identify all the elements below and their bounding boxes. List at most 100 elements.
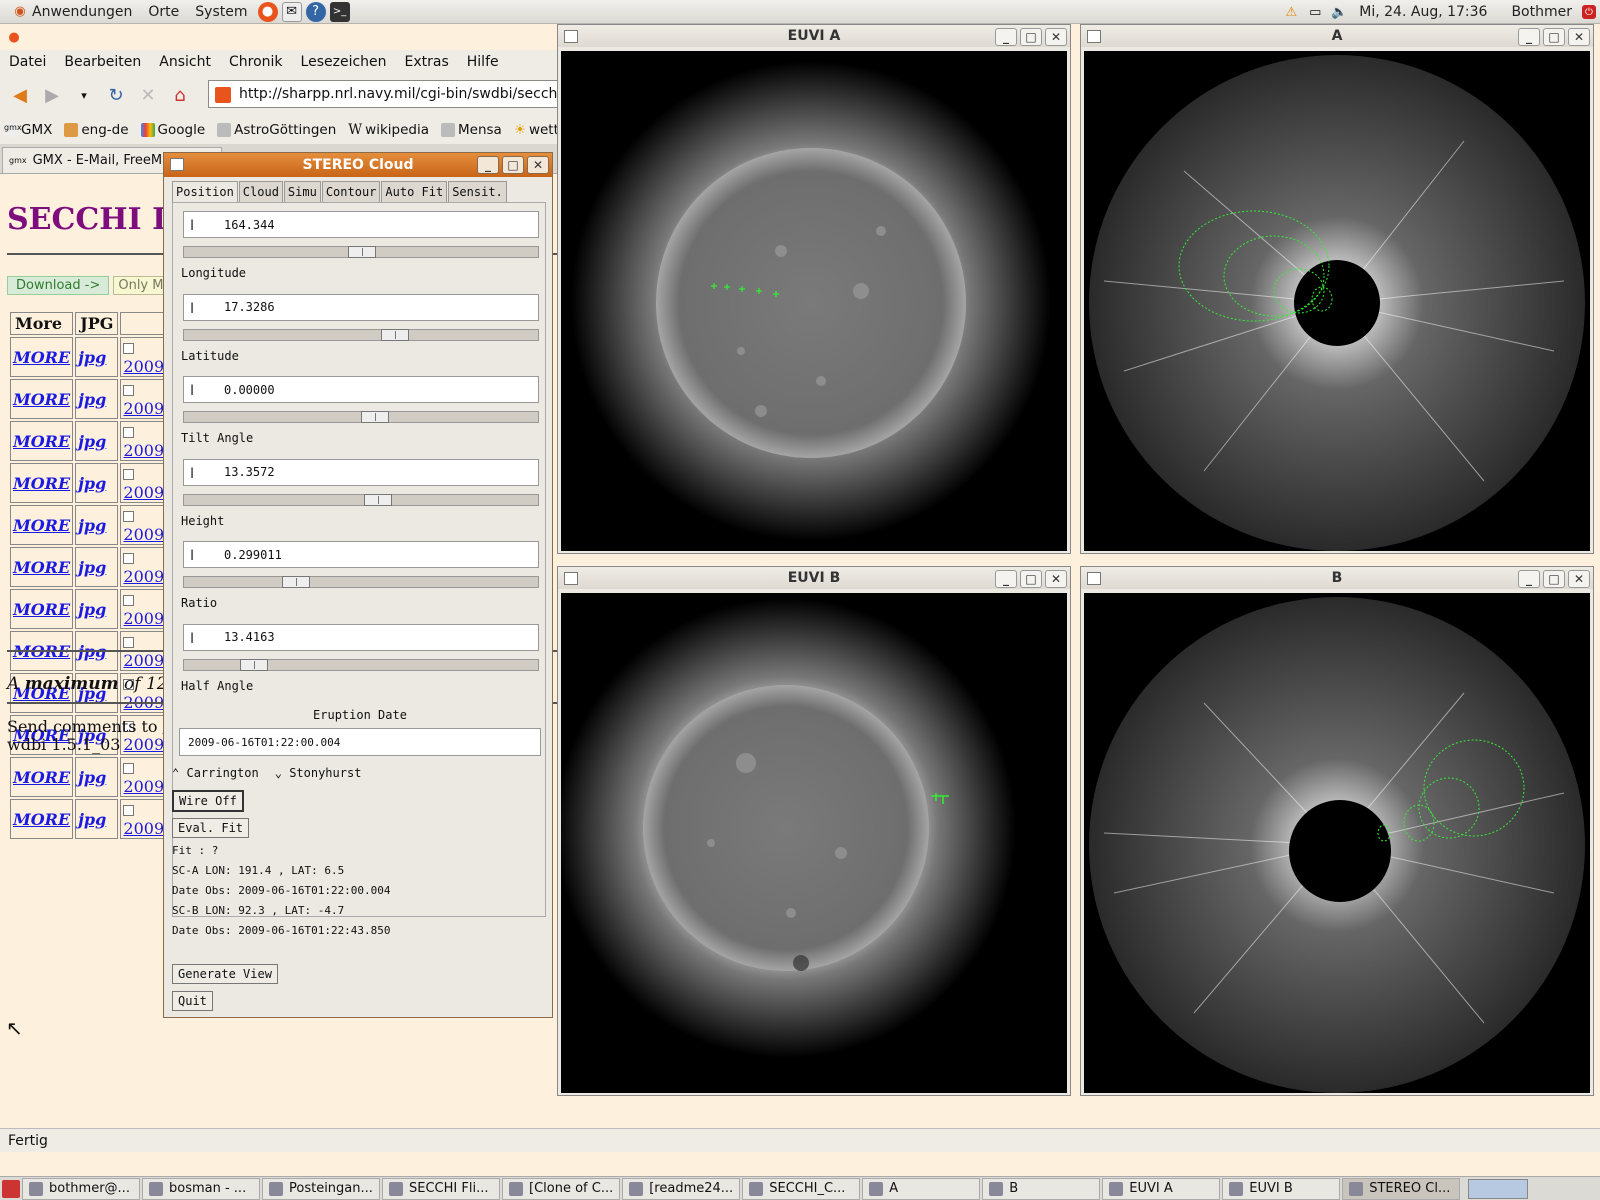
taskbar-item[interactable]: A — [862, 1177, 981, 1200]
maximize-icon[interactable]: □ — [502, 156, 524, 174]
more-link[interactable]: MORE — [13, 516, 70, 535]
longitude-field[interactable]: I 164.344 — [183, 211, 539, 238]
user-menu[interactable]: Bothmer — [1503, 0, 1580, 24]
euvi-b-titlebar[interactable]: EUVI B _ □ ✕ — [558, 567, 1070, 589]
more-link[interactable]: MORE — [13, 348, 70, 367]
minimize-icon[interactable]: _ — [1518, 28, 1540, 46]
tilt-angle-field[interactable]: I 0.00000 — [183, 376, 539, 403]
jpg-link[interactable]: jpg — [78, 768, 106, 787]
home-icon[interactable]: ⌂ — [168, 83, 192, 107]
window-menu-icon[interactable] — [1087, 30, 1101, 43]
taskbar-item[interactable]: Posteingan... — [262, 1177, 380, 1200]
euvi-b-image[interactable] — [561, 593, 1067, 1093]
jpg-link[interactable]: jpg — [78, 558, 106, 577]
more-link[interactable]: MORE — [13, 390, 70, 409]
tab-auto-fit[interactable]: Auto Fit — [381, 181, 448, 202]
slider-thumb[interactable] — [364, 493, 393, 506]
close-icon[interactable]: ✕ — [1045, 570, 1067, 588]
menu-ansicht[interactable]: Ansicht — [150, 54, 220, 70]
menu-extras[interactable]: Extras — [396, 54, 458, 70]
minimize-icon[interactable]: _ — [995, 28, 1017, 46]
generate-view-button[interactable]: Generate View — [172, 964, 278, 984]
show-desktop-icon[interactable] — [2, 1179, 20, 1198]
bookmark-google[interactable]: Google — [140, 122, 205, 138]
places-menu[interactable]: Orte — [140, 0, 187, 24]
url-bar[interactable]: http://sharpp.nrl.navy.mil/cgi-bin/swdbi… — [208, 80, 568, 108]
forward-icon[interactable]: ▶ — [40, 83, 64, 107]
jpg-link[interactable]: jpg — [78, 516, 106, 535]
taskbar-item[interactable]: SECCHI_C... — [742, 1177, 861, 1200]
menu-datei[interactable]: Datei — [0, 54, 55, 70]
minimize-icon[interactable]: _ — [477, 156, 499, 174]
system-menu[interactable]: System — [187, 0, 255, 24]
stop-icon[interactable]: ✕ — [136, 83, 160, 107]
select-checkbox[interactable] — [123, 763, 135, 774]
more-link[interactable]: MORE — [13, 432, 70, 451]
cor-a-titlebar[interactable]: A _ □ ✕ — [1081, 25, 1593, 47]
clock[interactable]: Mi, 24. Aug, 17:36 — [1351, 0, 1495, 24]
applications-menu[interactable]: ◉ Anwendungen — [0, 0, 140, 24]
mail-launcher-icon[interactable]: ✉ — [281, 1, 302, 22]
more-link[interactable]: MORE — [13, 600, 70, 619]
taskbar-item[interactable]: B — [982, 1177, 1101, 1200]
longitude-slider[interactable] — [183, 246, 539, 258]
eruption-date-field[interactable]: 2009-06-16T01:22:00.004 — [179, 728, 541, 756]
more-link[interactable]: MORE — [13, 768, 70, 787]
window-menu-icon[interactable] — [564, 572, 578, 585]
select-checkbox[interactable] — [123, 553, 135, 564]
jpg-link[interactable]: jpg — [78, 432, 106, 451]
ratio-field[interactable]: I 0.299011 — [183, 541, 539, 568]
tab-simu[interactable]: Simu — [283, 181, 321, 202]
taskbar-item[interactable]: [Clone of C... — [502, 1177, 621, 1200]
half-angle-slider[interactable] — [183, 658, 539, 671]
bookmark-mensa[interactable]: Mensa — [441, 122, 502, 138]
ratio-slider[interactable] — [183, 576, 539, 588]
jpg-link[interactable]: jpg — [78, 600, 106, 619]
jpg-link[interactable]: jpg — [78, 810, 106, 829]
tab-position[interactable]: Position — [172, 181, 238, 202]
tab-cloud[interactable]: Cloud — [238, 181, 283, 202]
window-menu-icon[interactable] — [564, 30, 578, 43]
quit-button[interactable]: Quit — [172, 991, 213, 1011]
wire-off-button[interactable]: Wire Off — [172, 790, 244, 812]
taskbar-item[interactable]: EUVI B — [1222, 1177, 1341, 1200]
slider-thumb[interactable] — [282, 576, 311, 588]
menu-chronik[interactable]: Chronik — [220, 54, 292, 70]
select-checkbox[interactable] — [123, 385, 135, 396]
tab-contour[interactable]: Contour — [321, 181, 381, 202]
radio-carrington[interactable]: ⌃ Carrington — [172, 766, 259, 780]
minimize-icon[interactable]: _ — [1518, 570, 1540, 588]
help-launcher-icon[interactable]: ? — [305, 1, 326, 22]
maximize-icon[interactable]: □ — [1543, 28, 1565, 46]
history-dropdown-icon[interactable]: ▾ — [72, 83, 96, 107]
volume-icon[interactable]: 🔈 — [1329, 2, 1349, 22]
select-checkbox[interactable] — [123, 427, 135, 438]
bookmark-astrogoettingen[interactable]: AstroGöttingen — [217, 122, 336, 138]
firefox-launcher-icon[interactable]: ● — [257, 1, 278, 22]
select-checkbox[interactable] — [123, 469, 135, 480]
select-checkbox[interactable] — [123, 595, 135, 606]
bookmark-wikipedia[interactable]: Wwikipedia — [348, 122, 429, 138]
taskbar-item[interactable]: bosman - ... — [142, 1177, 260, 1200]
taskbar-item[interactable]: STEREO Cl... — [1342, 1177, 1461, 1200]
latitude-field[interactable]: I 17.3286 — [183, 293, 539, 321]
taskbar-item[interactable]: [readme24... — [622, 1177, 741, 1200]
half-angle-field[interactable]: I 13.4163 — [183, 623, 539, 651]
eval-fit-button[interactable]: Eval. Fit — [172, 818, 250, 838]
jpg-link[interactable]: jpg — [78, 348, 106, 367]
terminal-launcher-icon[interactable]: >_ — [329, 1, 350, 22]
select-checkbox[interactable] — [123, 637, 135, 648]
more-link[interactable]: MORE — [13, 558, 70, 577]
window-menu-icon[interactable] — [1087, 572, 1101, 585]
reload-icon[interactable]: ↻ — [104, 83, 128, 107]
slider-thumb[interactable] — [348, 246, 376, 258]
taskbar-item[interactable]: EUVI A — [1102, 1177, 1221, 1200]
slider-thumb[interactable] — [380, 328, 409, 341]
height-field[interactable]: I 13.3572 — [183, 458, 539, 486]
select-checkbox[interactable] — [123, 511, 135, 522]
euvi-a-titlebar[interactable]: EUVI A _ □ ✕ — [558, 25, 1070, 47]
network-icon[interactable]: ▭ — [1305, 2, 1325, 22]
cor-a-image[interactable] — [1084, 51, 1590, 551]
tab-sensit[interactable]: Sensit. — [448, 181, 507, 202]
maximize-icon[interactable]: □ — [1543, 570, 1565, 588]
